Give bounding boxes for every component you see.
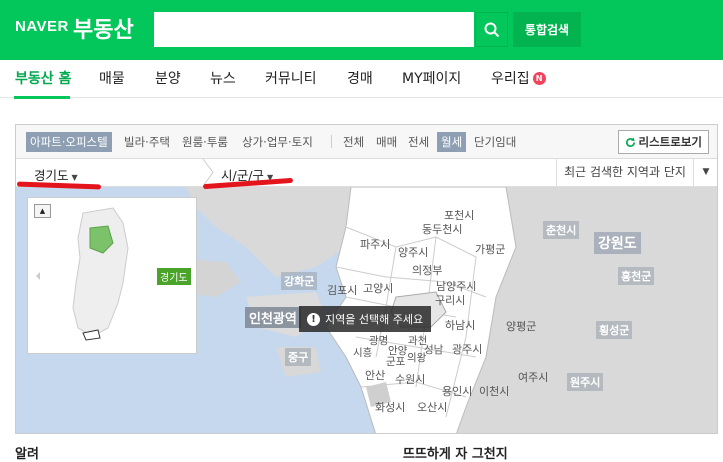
map-label-hoengseong[interactable]: 횡성군	[596, 321, 633, 339]
list-view-label: 리스트로보기	[638, 135, 702, 149]
info-icon: !	[307, 312, 320, 326]
filter-oneroom-tworoom[interactable]: 원룸·투룸	[182, 132, 228, 152]
map-label-hwaseong[interactable]: 화성시	[375, 399, 405, 415]
chevron-down-icon: ▼	[71, 173, 78, 182]
collapse-icon[interactable]: ▲	[34, 204, 51, 218]
new-badge: N	[532, 72, 546, 85]
region-divider	[201, 158, 215, 187]
nav-item-listings[interactable]: 매물	[99, 68, 125, 88]
map-label-hongcheon[interactable]: 홍천군	[618, 267, 655, 285]
overview-minimap[interactable]: ▲ 경기도	[27, 197, 197, 354]
search-icon	[484, 22, 499, 37]
nav-item-presale[interactable]: 분양	[155, 68, 181, 88]
map-label-incheon[interactable]: 인천광역	[245, 307, 301, 328]
province-label: 경기도	[34, 168, 69, 183]
tooltip-text: 지역을 선택해 주세요	[325, 313, 424, 326]
active-tab-indicator	[14, 96, 70, 99]
filter-apartment-officetel[interactable]: 아파트·오피스텔	[26, 132, 112, 152]
map-label-yangpyeong[interactable]: 양평군	[506, 318, 536, 334]
filter-bar: 아파트·오피스텔 빌라·주택 원룸·투룸 상가·업무·토지 전체 매매 전세 월…	[16, 125, 717, 159]
naver-logo[interactable]: NAVER	[15, 18, 69, 35]
filter-divider	[331, 135, 332, 148]
map-label-guri[interactable]: 구리시	[435, 292, 465, 308]
map-label-yeoju[interactable]: 여주시	[518, 369, 548, 385]
map-label-gwangju[interactable]: 광주시	[452, 341, 482, 357]
map-label-osan[interactable]: 오산시	[417, 399, 447, 415]
map-label-dongducheon[interactable]: 동두천시	[422, 221, 462, 237]
nav-item-community[interactable]: 커뮤니티	[265, 68, 317, 88]
main-nav: 부동산 홈 매물 분양 뉴스 커뮤니티 경매 MY페이지 우리집 N	[0, 60, 723, 99]
filter-villa-house[interactable]: 빌라·주택	[124, 132, 170, 152]
map-label-icheon[interactable]: 이천시	[479, 383, 509, 399]
filter-deal-all[interactable]: 전체	[343, 132, 364, 152]
section-title-right: 뜨뜨하게 자 그천지	[403, 447, 508, 462]
total-search-button[interactable]: 통합검색	[513, 12, 581, 47]
nav-item-auction[interactable]: 경매	[347, 68, 373, 88]
map-label-yangju[interactable]: 양주시	[398, 244, 428, 260]
map-label-uijeongbu[interactable]: 의정부	[412, 262, 442, 278]
map-label-seongnam[interactable]: 성남	[424, 342, 443, 357]
filter-deal-short-term[interactable]: 단기임대	[474, 132, 516, 152]
section-title-left: 알려	[15, 447, 39, 462]
search-input[interactable]	[154, 12, 474, 47]
map-label-suwon[interactable]: 수원시	[395, 371, 425, 387]
map-label-ganghwa[interactable]: 강화군	[281, 272, 318, 290]
filter-deal-monthly[interactable]: 월세	[437, 132, 467, 152]
map-label-yongin[interactable]: 용인시	[442, 383, 472, 399]
nav-item-mypage[interactable]: MY페이지	[402, 68, 461, 88]
nav-item-home[interactable]: 부동산 홈	[15, 68, 71, 88]
region-bar: 경기도 ▼ 시/군/구 ▼ 최근 검색한 지역과 단지 ▼	[16, 158, 717, 187]
map-label-gunpo[interactable]: 군포	[386, 354, 405, 369]
map-label-wonju[interactable]: 원주시	[567, 373, 604, 391]
header-bar: NAVER 부동산 통합검색	[0, 0, 723, 60]
filter-deal-sale[interactable]: 매매	[376, 132, 397, 152]
map-label-gimpo[interactable]: 김포시	[327, 282, 357, 298]
map-label-gapyeong[interactable]: 가평군	[475, 241, 505, 257]
minimap-region-tag: 경기도	[157, 268, 191, 285]
map-label-jung[interactable]: 중구	[285, 348, 312, 366]
map-label-goyang[interactable]: 고양시	[363, 280, 393, 296]
nav-item-news[interactable]: 뉴스	[210, 68, 236, 88]
service-title[interactable]: 부동산	[73, 12, 134, 44]
map-label-ansan[interactable]: 안산	[365, 367, 385, 383]
map-label-paju[interactable]: 파주시	[360, 236, 390, 252]
province-select[interactable]: 경기도 ▼	[34, 165, 78, 184]
search-button[interactable]	[475, 12, 508, 47]
refresh-icon	[625, 136, 635, 147]
list-view-button[interactable]: 리스트로보기	[617, 130, 709, 154]
filter-deal-jeonse[interactable]: 전세	[408, 132, 429, 152]
recent-search-button[interactable]: 최근 검색한 지역과 단지	[556, 159, 694, 186]
map-label-gangwon[interactable]: 강원도	[594, 232, 641, 254]
map-label-uiwang[interactable]: 의왕	[407, 350, 426, 365]
nav-item-ourhome[interactable]: 우리집 N	[491, 68, 546, 88]
map-label-chuncheon[interactable]: 춘천시	[543, 221, 580, 239]
nav-item-ourhome-label: 우리집	[491, 71, 530, 87]
select-region-tooltip: ! 지역을 선택해 주세요	[299, 306, 432, 332]
map-label-hanam[interactable]: 하남시	[445, 317, 475, 333]
map-panel: 아파트·오피스텔 빌라·주택 원룸·투룸 상가·업무·토지 전체 매매 전세 월…	[15, 124, 718, 434]
filter-commercial-land[interactable]: 상가·업무·토지	[242, 132, 313, 152]
map-label-gwangmyeong[interactable]: 광명	[369, 333, 388, 348]
recent-dropdown-icon[interactable]: ▼	[695, 159, 717, 186]
